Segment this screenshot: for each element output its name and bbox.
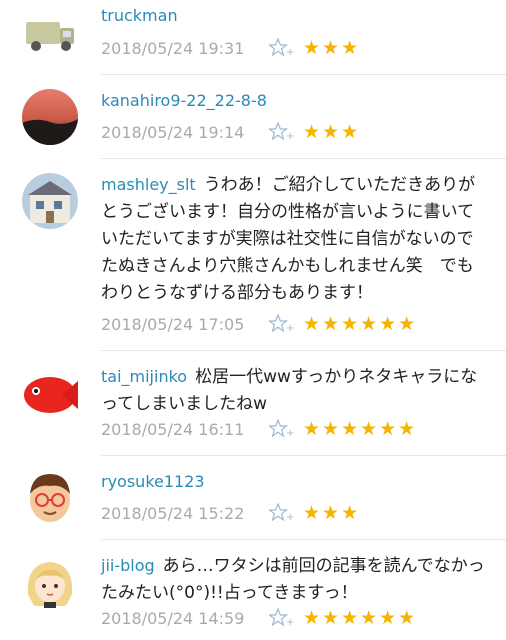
svg-text:+: +: [286, 131, 294, 142]
username[interactable]: ryosuke1123: [101, 472, 205, 491]
username[interactable]: truckman: [101, 6, 178, 25]
girl-avatar[interactable]: [22, 554, 78, 610]
add-star-icon[interactable]: +: [267, 37, 295, 58]
house-avatar[interactable]: [22, 173, 78, 229]
comment-date[interactable]: 2018/05/24 16:11: [101, 420, 269, 439]
comment-text: あら…ワタシは前回の記事を読んでなかったみたい(°0°)!!占ってきますっ！: [101, 556, 485, 603]
star-rating: ★★★: [303, 37, 361, 59]
comment-item: mashley_slt うわあ！ご紹介していただきありがとうございます！自分の性格…: [0, 159, 506, 351]
fish-avatar[interactable]: [22, 365, 78, 421]
comment-item: ryosuke1123 2018/05/24 15:22 + ★★★: [0, 456, 506, 540]
comment-date[interactable]: 2018/05/24 19:14: [101, 123, 269, 142]
username[interactable]: kanahiro9-22_22-8-8: [101, 91, 267, 110]
username[interactable]: mashley_slt: [101, 175, 196, 194]
star-rating: ★★★: [303, 502, 361, 524]
svg-text:+: +: [286, 47, 294, 58]
username[interactable]: tai_mijinko: [101, 367, 187, 386]
comment-date[interactable]: 2018/05/24 14:59: [101, 609, 269, 628]
star-rating: ★★★: [303, 121, 361, 143]
add-star-icon[interactable]: +: [267, 607, 295, 628]
star-rating: ★★★★★★: [303, 418, 418, 440]
truck-avatar[interactable]: [22, 8, 78, 64]
comment-item: tai_mijinko 松居一代wwすっかりネタキャラになってしまいましたねw 2…: [0, 351, 506, 456]
add-star-icon[interactable]: +: [267, 121, 295, 142]
add-star-icon[interactable]: +: [267, 313, 295, 334]
username[interactable]: jii-blog: [101, 556, 155, 575]
add-star-icon[interactable]: +: [267, 418, 295, 439]
comment-text: うわあ！ご紹介していただきありがとうございます！自分の性格が言いように書いていた…: [101, 175, 476, 303]
comment-item: truckman 2018/05/24 19:31 + ★★★: [0, 0, 506, 75]
add-star-icon[interactable]: +: [267, 502, 295, 523]
comment-date[interactable]: 2018/05/24 17:05: [101, 315, 269, 334]
sunset-avatar[interactable]: [22, 89, 78, 145]
svg-text:+: +: [286, 617, 294, 628]
face-avatar[interactable]: [22, 468, 78, 524]
svg-text:+: +: [286, 428, 294, 439]
comment-item: kanahiro9-22_22-8-8 2018/05/24 19:14 + ★…: [0, 75, 506, 159]
comment-date[interactable]: 2018/05/24 19:31: [101, 39, 269, 58]
comment-date[interactable]: 2018/05/24 15:22: [101, 504, 269, 523]
svg-text:+: +: [286, 323, 294, 334]
star-rating: ★★★★★★: [303, 607, 418, 629]
comment-item: jii-blog あら…ワタシは前回の記事を読んでなかったみたい(°0°)!!占っ…: [0, 540, 506, 640]
svg-text:+: +: [286, 512, 294, 523]
star-rating: ★★★★★★: [303, 313, 418, 335]
